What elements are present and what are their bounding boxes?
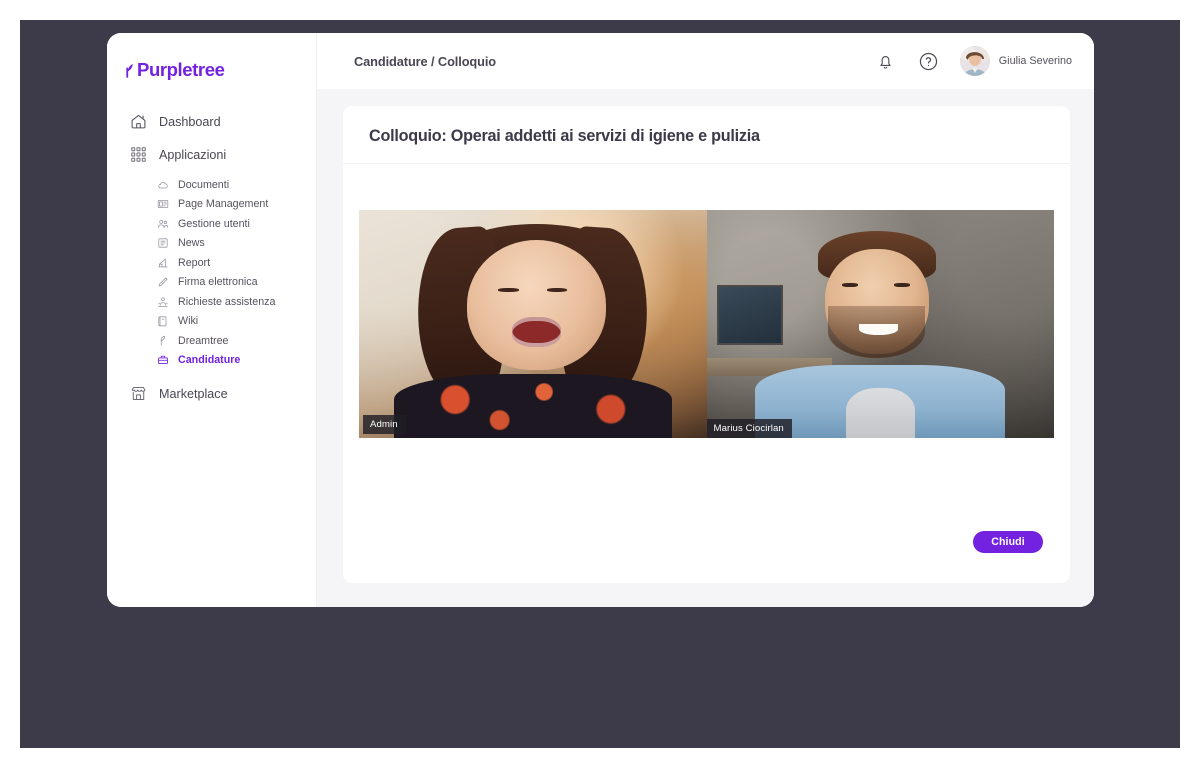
sidebar-item-report[interactable]: Report [107, 253, 316, 273]
question-circle-icon[interactable] [917, 49, 941, 73]
sidebar-item-label: Documenti [178, 178, 230, 191]
app-window: Purpletree Dashboard Applicazioni Docume… [107, 33, 1094, 607]
news-icon [155, 236, 170, 251]
sidebar-item-marketplace[interactable]: Marketplace [107, 378, 316, 409]
home-icon [128, 112, 148, 132]
sidebar-sublist: Documenti Page Management Gestione utent… [107, 175, 316, 370]
grid-dots-icon [128, 145, 148, 165]
sidebar: Purpletree Dashboard Applicazioni Docume… [107, 33, 317, 607]
topbar-actions: Giulia Severino [874, 46, 1072, 76]
chart-report-icon [155, 255, 170, 270]
video-stream-admin [359, 210, 707, 438]
sidebar-item-label: Report [178, 256, 211, 269]
sidebar-item-label: Gestione utenti [178, 217, 250, 230]
page-title: Colloquio: Operai addetti ai servizi di … [369, 127, 760, 145]
video-tile-marius[interactable]: Marius Ciocirlan [706, 210, 1054, 438]
sidebar-item-firma-elettronica[interactable]: Firma elettronica [107, 273, 316, 293]
brand-logo[interactable]: Purpletree [123, 57, 316, 83]
book-wiki-icon [155, 314, 170, 329]
card-body: Admin Marius Ciocirlan Chiudi [343, 164, 1070, 583]
sidebar-item-label: Richieste assistenza [178, 295, 276, 308]
desktop-background: Purpletree Dashboard Applicazioni Docume… [20, 20, 1180, 748]
video-stream-marius [706, 210, 1054, 438]
sidebar-item-label: Wiki [178, 315, 199, 328]
main-area: Candidature / Colloquio Giulia Severino … [317, 33, 1094, 607]
page-management-icon [155, 197, 170, 212]
pen-signature-icon [155, 275, 170, 290]
sidebar-item-label: News [178, 237, 205, 250]
sidebar-item-label: Candidature [178, 354, 241, 367]
sidebar-item-label: Firma elettronica [178, 276, 258, 289]
topbar: Candidature / Colloquio Giulia Severino [317, 33, 1094, 89]
sidebar-item-news[interactable]: News [107, 234, 316, 254]
card-actions: Chiudi [359, 531, 1054, 583]
meeting-card: Colloquio: Operai addetti ai servizi di … [343, 106, 1070, 583]
user-menu[interactable]: Giulia Severino [959, 46, 1072, 76]
sidebar-item-label: Page Management [178, 198, 269, 211]
sidebar-item-label: Marketplace [159, 386, 228, 401]
close-button[interactable]: Chiudi [973, 531, 1043, 553]
users-icon [155, 216, 170, 231]
user-name: Giulia Severino [998, 55, 1072, 67]
breadcrumb: Candidature / Colloquio [354, 53, 497, 69]
storefront-icon [128, 384, 148, 404]
participant-name-label: Marius Ciocirlan [706, 419, 792, 438]
card-header: Colloquio: Operai addetti ai servizi di … [343, 106, 1070, 164]
sidebar-item-label: Applicazioni [159, 147, 227, 162]
avatar [959, 46, 990, 76]
sidebar-item-richieste-assistenza[interactable]: Richieste assistenza [107, 292, 316, 312]
sidebar-item-wiki[interactable]: Wiki [107, 312, 316, 332]
support-icon [155, 294, 170, 309]
sidebar-item-label: Dashboard [159, 114, 221, 129]
sidebar-item-page-management[interactable]: Page Management [107, 195, 316, 215]
sidebar-item-dreamtree[interactable]: Dreamtree [107, 331, 316, 351]
sidebar-item-dashboard[interactable]: Dashboard [107, 106, 316, 137]
video-tile-admin[interactable]: Admin [359, 210, 707, 438]
sidebar-nav: Dashboard Applicazioni Documenti Page Ma… [107, 106, 316, 409]
document-cloud-icon [155, 177, 170, 192]
sprout-icon [155, 333, 170, 348]
sidebar-item-label: Dreamtree [178, 334, 229, 347]
briefcase-icon [155, 353, 170, 368]
sidebar-item-documenti[interactable]: Documenti [107, 175, 316, 195]
video-grid: Admin Marius Ciocirlan [359, 210, 1054, 438]
sidebar-item-candidature[interactable]: Candidature [107, 351, 316, 371]
content-area: Colloquio: Operai addetti ai servizi di … [317, 89, 1094, 607]
bell-icon[interactable] [874, 49, 898, 73]
sidebar-item-applicazioni[interactable]: Applicazioni [107, 139, 316, 170]
sidebar-item-gestione-utenti[interactable]: Gestione utenti [107, 214, 316, 234]
brand-name: Purpletree [137, 58, 225, 80]
participant-name-label: Admin [363, 415, 406, 434]
